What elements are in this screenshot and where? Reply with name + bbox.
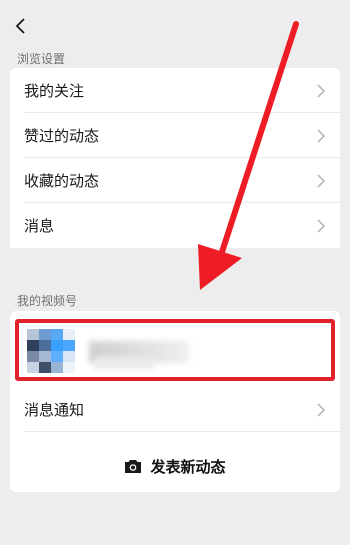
channel-subtitle-blurred [94, 357, 154, 369]
chevron-right-icon [317, 402, 326, 417]
post-new-moment-button[interactable]: 发表新动态 [10, 449, 340, 483]
channel-section-title: 我的视频号 [17, 294, 78, 308]
chevron-left-icon [15, 18, 25, 34]
menu-item-label: 我的关注 [24, 82, 85, 100]
menu-item-messages[interactable]: 消息 [10, 203, 340, 248]
avatar [27, 329, 75, 373]
menu-item-label: 收藏的动态 [24, 172, 100, 190]
channel-profile-row[interactable] [15, 319, 335, 381]
menu-item-notifications[interactable]: 消息通知 [10, 387, 340, 432]
camera-icon [125, 459, 142, 473]
menu-item-favorites[interactable]: 收藏的动态 [10, 158, 340, 203]
menu-item-label: 消息 [24, 217, 55, 235]
menu-item-label: 消息通知 [24, 401, 85, 419]
chevron-right-icon [317, 128, 326, 143]
chevron-right-icon [317, 83, 326, 98]
menu-item-liked[interactable]: 赞过的动态 [10, 113, 340, 158]
menu-item-following[interactable]: 我的关注 [10, 68, 340, 113]
divider [24, 431, 340, 432]
menu-item-label: 赞过的动态 [24, 127, 100, 145]
chevron-right-icon [317, 218, 326, 233]
back-button[interactable] [10, 14, 30, 38]
channel-card: 消息通知 发表新动态 [10, 311, 340, 492]
chevron-right-icon [317, 173, 326, 188]
post-label: 发表新动态 [150, 457, 226, 476]
browse-section-title: 浏览设置 [17, 52, 66, 66]
browse-settings-card: 我的关注 赞过的动态 收藏的动态 消息 [10, 68, 340, 248]
